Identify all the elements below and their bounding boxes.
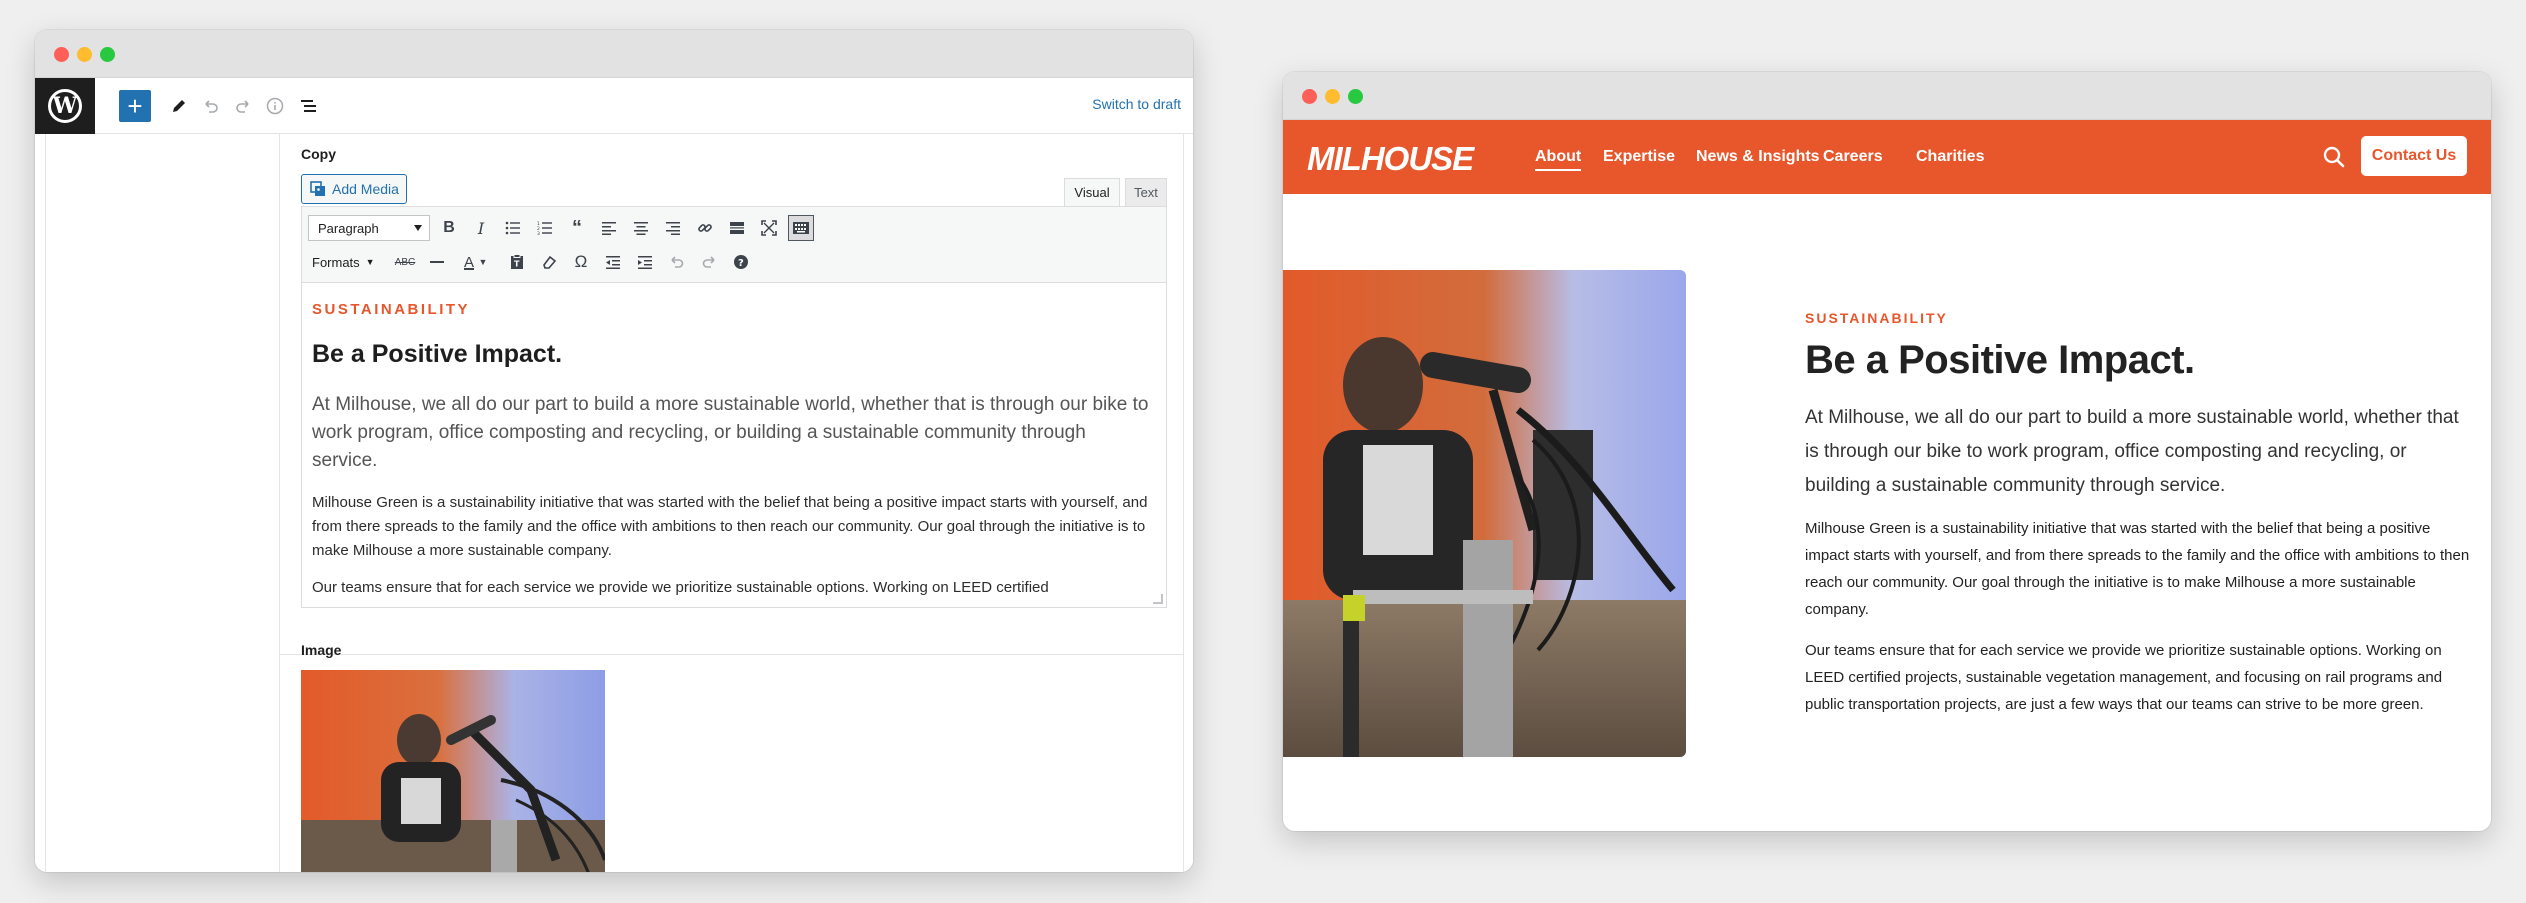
website-titlebar — [1283, 72, 2491, 120]
redo-icon[interactable] — [696, 249, 722, 275]
sidebar-divider — [45, 134, 46, 872]
clear-formatting-icon[interactable] — [536, 249, 562, 275]
bold-icon[interactable]: B — [436, 215, 462, 241]
editor-body: Copy Add Media Visual Text Paragraph B I… — [35, 134, 1193, 872]
milhouse-logo[interactable]: MILHOUSE — [1307, 140, 1474, 178]
special-character-icon[interactable]: Ω — [568, 249, 594, 275]
bullet-list-icon[interactable] — [500, 215, 526, 241]
maximize-window-button[interactable] — [1348, 89, 1363, 104]
copy-field-label: Copy — [301, 146, 336, 162]
help-icon[interactable]: ? — [728, 249, 754, 275]
maximize-window-button[interactable] — [100, 47, 115, 62]
tinymce-toolbar: Paragraph B I 123 “ Formats ▼ ABC A ▼ T … — [302, 207, 1166, 283]
read-more-icon[interactable] — [724, 215, 750, 241]
lead-paragraph: At Milhouse, we all do our part to build… — [1805, 407, 2459, 496]
content-divider — [279, 134, 280, 872]
paragraph-format-select[interactable]: Paragraph — [308, 215, 430, 241]
minimize-window-button[interactable] — [77, 47, 92, 62]
svg-text:?: ? — [738, 258, 744, 269]
nav-news-insights[interactable]: News & Insights — [1696, 148, 1820, 166]
align-center-icon[interactable] — [628, 215, 654, 241]
svg-text:3: 3 — [537, 231, 540, 235]
close-window-button[interactable] — [54, 47, 69, 62]
blockquote-icon[interactable]: “ — [564, 215, 590, 241]
redo-icon[interactable] — [227, 90, 259, 122]
tab-visual[interactable]: Visual — [1064, 178, 1120, 206]
nav-charities[interactable]: Charities — [1916, 148, 1984, 166]
outdent-icon[interactable] — [600, 249, 626, 275]
nav-expertise[interactable]: Expertise — [1603, 148, 1675, 166]
nav-about[interactable]: About — [1535, 148, 1582, 171]
bike-photo — [1283, 270, 1686, 757]
image-field-preview[interactable] — [301, 670, 605, 872]
add-media-label: Add Media — [332, 181, 399, 197]
edit-tool-icon[interactable] — [163, 90, 195, 122]
body-paragraph-2: Our teams ensure that for each service w… — [1805, 642, 2443, 713]
sustainability-section: SUSTAINABILITY Be a Positive Impact. At … — [1805, 310, 2473, 718]
indent-icon[interactable] — [632, 249, 658, 275]
chevron-down-icon — [414, 225, 422, 231]
media-icon — [310, 181, 325, 196]
tinymce-editor: Paragraph B I 123 “ Formats ▼ ABC A ▼ T … — [301, 206, 1167, 608]
site-header: MILHOUSE About Expertise News & Insights… — [1283, 120, 2491, 194]
undo-icon[interactable] — [195, 90, 227, 122]
contact-us-button[interactable]: Contact Us — [2361, 136, 2467, 176]
website-window: MILHOUSE About Expertise News & Insights… — [1283, 72, 2491, 831]
align-right-icon[interactable] — [660, 215, 686, 241]
numbered-list-icon[interactable]: 123 — [532, 215, 558, 241]
formats-label: Formats — [312, 254, 360, 270]
add-media-button[interactable]: Add Media — [301, 174, 407, 204]
fullscreen-icon[interactable] — [756, 215, 782, 241]
svg-text:T: T — [514, 260, 520, 269]
body-paragraph-1: Milhouse Green is a sustainability initi… — [1805, 520, 2470, 618]
body-paragraph-1: Milhouse Green is a sustainability initi… — [312, 494, 1148, 559]
editor-toolbar: W + Switch to draft — [35, 78, 1193, 134]
editor-titlebar — [35, 30, 1193, 78]
wordpress-logo-icon[interactable]: W — [35, 78, 95, 134]
search-icon[interactable] — [2323, 146, 2345, 168]
right-divider — [1183, 134, 1184, 872]
strikethrough-icon[interactable]: ABC — [392, 249, 418, 275]
eyebrow-text: SUSTAINABILITY — [312, 301, 471, 318]
resize-handle[interactable] — [1153, 594, 1163, 604]
undo-icon[interactable] — [664, 249, 690, 275]
info-icon[interactable] — [259, 90, 291, 122]
close-window-button[interactable] — [1302, 89, 1317, 104]
nav-about-label: About — [1535, 148, 1582, 165]
lead-paragraph: At Milhouse, we all do our part to build… — [312, 394, 1149, 471]
field-divider — [279, 654, 1183, 655]
minimize-window-button[interactable] — [1325, 89, 1340, 104]
body-paragraph-2: Our teams ensure that for each service w… — [312, 579, 1049, 596]
link-icon[interactable] — [692, 215, 718, 241]
editor-window: W + Switch to draft Copy Add Media Visua… — [35, 30, 1193, 872]
add-block-button[interactable]: + — [119, 90, 151, 122]
list-view-icon[interactable] — [293, 90, 325, 122]
section-heading: Be a Positive Impact. — [312, 340, 563, 368]
horizontal-line-icon[interactable] — [424, 249, 450, 275]
paragraph-format-value: Paragraph — [318, 220, 379, 236]
nav-careers[interactable]: Careers — [1823, 148, 1883, 166]
chevron-down-icon[interactable]: ▼ — [476, 249, 490, 275]
tinymce-content-area[interactable]: SUSTAINABILITY Be a Positive Impact. At … — [302, 283, 1166, 607]
eyebrow-text: SUSTAINABILITY — [1805, 310, 1948, 326]
tab-text[interactable]: Text — [1125, 178, 1167, 206]
align-left-icon[interactable] — [596, 215, 622, 241]
chevron-down-icon: ▼ — [365, 257, 375, 267]
paste-text-icon[interactable]: T — [504, 249, 530, 275]
active-nav-underline — [1535, 169, 1582, 171]
formats-menu[interactable]: Formats ▼ — [312, 249, 375, 275]
italic-icon[interactable]: I — [468, 215, 494, 241]
switch-to-draft-link[interactable]: Switch to draft — [1092, 96, 1181, 112]
image-field-label: Image — [301, 642, 342, 658]
section-heading: Be a Positive Impact. — [1805, 338, 2195, 382]
toolbar-toggle-icon[interactable] — [788, 215, 814, 241]
